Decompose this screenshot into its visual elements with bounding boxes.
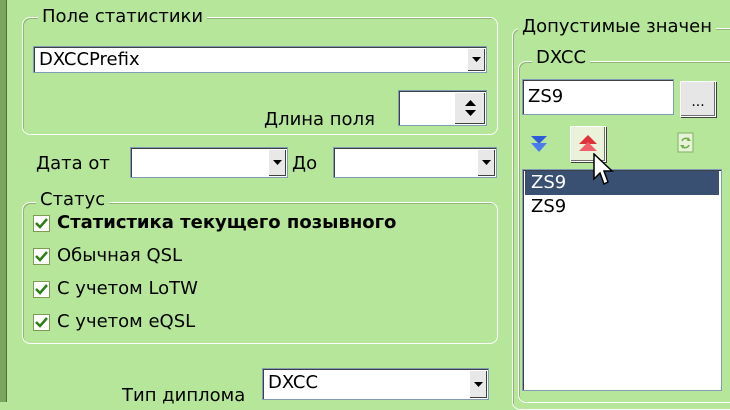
checkmark-icon	[35, 218, 48, 229]
value-input-text: ZS9	[528, 86, 564, 107]
date-to-dropdown-button[interactable]	[477, 149, 495, 176]
date-to-label: До	[292, 153, 318, 174]
status-label-current-call: Статистика текущего позывного	[57, 212, 397, 233]
date-from-select[interactable]	[130, 147, 288, 178]
status-label-regular-qsl: Обычная QSL	[57, 245, 183, 266]
stats-field-select[interactable]: DXCCPrefix	[33, 46, 487, 73]
stats-field-legend: Поле статистики	[38, 7, 208, 27]
checkmark-icon	[35, 251, 48, 262]
allowed-values-legend: Допустимые значен	[518, 17, 717, 37]
value-input[interactable]: ZS9	[522, 79, 674, 115]
spin-down-icon[interactable]	[464, 110, 476, 117]
refresh-button[interactable]	[676, 132, 698, 156]
date-to-select[interactable]	[333, 147, 497, 178]
stats-field-dropdown-button[interactable]	[467, 48, 485, 71]
spin-up-icon[interactable]	[464, 100, 476, 107]
checkbox[interactable]	[33, 314, 50, 331]
dxcc-legend: DXCC	[532, 48, 591, 68]
mouse-cursor	[593, 152, 615, 192]
status-legend: Статус	[36, 190, 110, 210]
date-from-dropdown-button[interactable]	[268, 149, 286, 176]
values-list[interactable]: ZS9 ZS9	[522, 169, 722, 391]
date-from-label: Дата от	[36, 153, 110, 174]
spinner-buttons[interactable]	[454, 92, 485, 124]
diploma-type-value: DXCC	[268, 372, 319, 393]
refresh-icon	[677, 132, 694, 153]
arrow-down-icon	[531, 136, 547, 152]
checkbox[interactable]	[33, 215, 50, 232]
list-item[interactable]: ZS9	[525, 171, 719, 195]
checkbox[interactable]	[33, 248, 50, 265]
stats-field-value: DXCCPrefix	[39, 49, 140, 70]
diploma-dropdown-button[interactable]	[469, 370, 487, 398]
cursor-arrow-icon	[593, 152, 614, 186]
field-length-label: Длина поля	[264, 109, 375, 130]
browse-button-label: ...	[691, 94, 705, 110]
chevron-down-icon	[472, 57, 481, 62]
browse-button[interactable]: ...	[680, 81, 716, 117]
checkmark-icon	[35, 317, 48, 328]
diploma-type-select[interactable]: DXCC	[262, 368, 489, 400]
move-down-button[interactable]	[528, 132, 552, 158]
diploma-type-label: Тип диплома	[122, 385, 246, 406]
field-length-spinner[interactable]	[398, 90, 487, 126]
chevron-down-icon	[482, 160, 491, 165]
left-panel-edge	[0, 0, 7, 402]
status-label-lotw: С учетом LoTW	[57, 278, 198, 299]
status-label-eqsl: С учетом eQSL	[57, 311, 196, 332]
chevron-down-icon	[474, 381, 483, 387]
chevron-down-icon	[273, 160, 282, 165]
list-item[interactable]: ZS9	[525, 195, 719, 219]
checkbox[interactable]	[33, 281, 50, 298]
checkmark-icon	[35, 284, 48, 295]
